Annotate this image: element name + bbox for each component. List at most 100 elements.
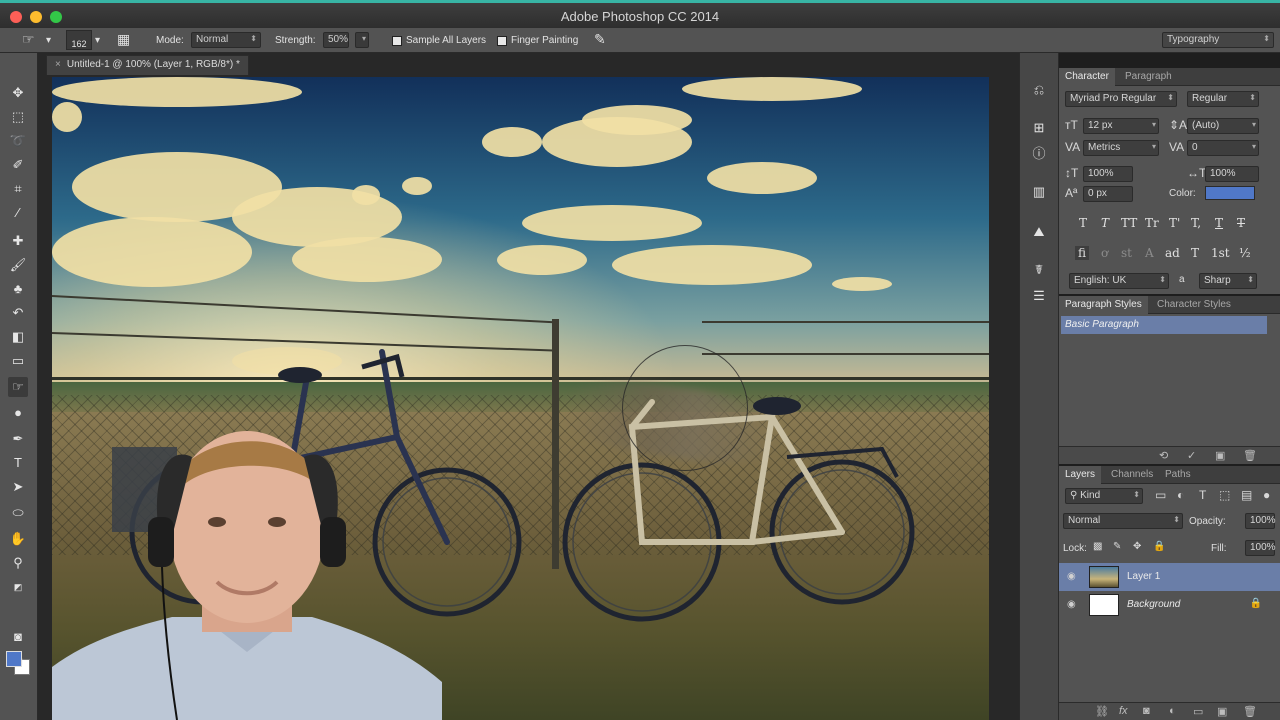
strength-input[interactable]: 50%: [323, 32, 349, 48]
font-size-input[interactable]: 12 px ▾: [1083, 118, 1159, 134]
eraser-tool-icon[interactable]: ◧: [8, 327, 28, 347]
close-tab-icon[interactable]: ×: [55, 59, 61, 70]
font-style-select[interactable]: Regular ⬍: [1187, 91, 1259, 107]
brush-picker-arrow-icon[interactable]: ▾: [95, 35, 100, 46]
contextual-alternates-button[interactable]: T: [1191, 246, 1199, 260]
antialias-select[interactable]: Sharp ⬍: [1199, 273, 1257, 289]
visibility-eye-icon[interactable]: ◉: [1067, 599, 1076, 610]
crop-tool-icon[interactable]: ⌗: [8, 179, 28, 199]
sample-all-layers-checkbox[interactable]: [392, 36, 402, 46]
eyedropper-tool-icon[interactable]: ⁄: [8, 203, 28, 223]
language-select[interactable]: English: UK ⬍: [1069, 273, 1169, 289]
quick-mask-icon[interactable]: ◙: [8, 627, 28, 647]
swash-button[interactable]: st: [1121, 246, 1132, 260]
strength-slider-toggle[interactable]: ▾: [355, 32, 369, 48]
gradient-tool-icon[interactable]: ▭: [8, 351, 28, 371]
dodge-tool-icon[interactable]: ●: [8, 403, 28, 423]
tab-paths[interactable]: Paths: [1159, 466, 1197, 484]
adjustment-layer-icon[interactable]: ◐: [1169, 705, 1176, 717]
filter-type-icon[interactable]: T: [1199, 488, 1206, 502]
pressure-brush-icon[interactable]: ✎: [594, 31, 606, 48]
filter-pixel-icon[interactable]: ▭: [1155, 488, 1166, 502]
lasso-tool-icon[interactable]: ➰: [8, 131, 28, 151]
info-panel-icon[interactable]: ⓘ: [1030, 145, 1048, 163]
blend-mode-select[interactable]: Normal ⬍: [1063, 513, 1183, 529]
hand-tool-icon[interactable]: ✋: [8, 529, 28, 549]
actions-panel-icon[interactable]: ☤: [1030, 261, 1048, 279]
smudge-tool-icon[interactable]: ☞: [8, 377, 28, 397]
lock-position-icon[interactable]: ✥: [1133, 541, 1141, 552]
baseline-shift-input[interactable]: 0 px: [1083, 186, 1133, 202]
brush-size-picker[interactable]: 162: [66, 30, 92, 50]
finger-painting-checkbox[interactable]: [497, 36, 507, 46]
type-tool-icon[interactable]: T: [8, 453, 28, 473]
strikethrough-button[interactable]: T: [1237, 216, 1245, 230]
document-tab[interactable]: × Untitled-1 @ 100% (Layer 1, RGB/8*) *: [46, 55, 249, 75]
brush-panel-toggle-icon[interactable]: ▦: [117, 31, 130, 48]
move-tool-icon[interactable]: ✥: [8, 83, 28, 103]
faux-bold-button[interactable]: T: [1079, 216, 1087, 230]
layer-row[interactable]: ◉ Layer 1: [1059, 563, 1280, 591]
fractions-button[interactable]: ½: [1239, 246, 1251, 260]
properties-panel-icon[interactable]: ☰: [1030, 287, 1048, 305]
layer-style-icon[interactable]: fx: [1119, 705, 1128, 717]
underline-button[interactable]: T: [1215, 216, 1223, 230]
old-style-button[interactable]: ơ: [1101, 246, 1108, 260]
ligatures-button[interactable]: fi: [1075, 246, 1090, 260]
lock-image-icon[interactable]: ✎: [1113, 541, 1121, 552]
filter-shape-icon[interactable]: ⬚: [1219, 488, 1230, 502]
text-color-swatch[interactable]: [1205, 186, 1255, 200]
clone-stamp-tool-icon[interactable]: ♣: [8, 279, 28, 299]
trash-icon[interactable]: 🗑: [1243, 449, 1257, 462]
tracking-input[interactable]: 0 ▾: [1187, 140, 1259, 156]
marquee-tool-icon[interactable]: ⬚: [8, 107, 28, 127]
font-family-select[interactable]: Myriad Pro Regular ⬍: [1065, 91, 1177, 107]
layer-filter-select[interactable]: ⚲ Kind ⬍: [1065, 488, 1143, 504]
superscript-button[interactable]: T': [1169, 216, 1180, 230]
tab-paragraph[interactable]: Paragraph: [1119, 68, 1178, 86]
tab-character[interactable]: Character: [1059, 68, 1115, 86]
history-brush-tool-icon[interactable]: ↶: [8, 303, 28, 323]
lock-all-icon[interactable]: 🔒: [1153, 541, 1165, 552]
stylistic-alternates-button[interactable]: A: [1145, 246, 1154, 260]
quick-selection-tool-icon[interactable]: ✐: [8, 155, 28, 175]
fill-input[interactable]: 100%: [1245, 540, 1276, 556]
layer-row[interactable]: ◉ Background 🔒: [1059, 591, 1280, 619]
trash-icon[interactable]: 🗑: [1243, 705, 1257, 718]
smudge-tool-preset-icon[interactable]: ☞: [22, 31, 35, 48]
new-group-icon[interactable]: ▭: [1193, 705, 1203, 718]
brush-tool-icon[interactable]: 🖌: [8, 255, 28, 275]
navigator-panel-icon[interactable]: ⛰: [1030, 223, 1048, 241]
new-layer-icon[interactable]: ▣: [1217, 705, 1227, 718]
link-layers-icon[interactable]: ⛓: [1095, 705, 1109, 718]
faux-italic-button[interactable]: T: [1101, 216, 1109, 230]
visibility-eye-icon[interactable]: ◉: [1067, 571, 1076, 582]
filter-smart-object-icon[interactable]: ▤: [1241, 488, 1252, 502]
ellipse-tool-icon[interactable]: ⬭: [8, 503, 28, 523]
filter-toggle-icon[interactable]: ●: [1263, 488, 1270, 502]
adjustments-panel-icon[interactable]: ⊞: [1030, 119, 1048, 137]
default-colors-icon[interactable]: ◩: [8, 577, 28, 597]
leading-input[interactable]: (Auto) ▾: [1187, 118, 1259, 134]
paragraph-style-item[interactable]: Basic Paragraph: [1061, 316, 1267, 334]
opacity-input[interactable]: 100%: [1245, 513, 1276, 529]
healing-brush-tool-icon[interactable]: ✚: [8, 231, 28, 251]
redefine-style-icon[interactable]: ✓: [1187, 449, 1196, 462]
ordinals-button[interactable]: 1st: [1211, 246, 1230, 260]
kerning-select[interactable]: Metrics ▾: [1083, 140, 1159, 156]
subscript-button[interactable]: T,: [1191, 216, 1201, 230]
tab-paragraph-styles[interactable]: Paragraph Styles: [1059, 296, 1148, 314]
zoom-tool-icon[interactable]: ⚲: [8, 553, 28, 573]
image-canvas[interactable]: [52, 77, 989, 720]
new-style-icon[interactable]: ▣: [1215, 449, 1225, 462]
small-caps-button[interactable]: Tr: [1145, 216, 1159, 230]
preset-dropdown-arrow-icon[interactable]: ▾: [46, 35, 51, 46]
tab-character-styles[interactable]: Character Styles: [1151, 296, 1237, 314]
history-panel-icon[interactable]: ⎌: [1030, 81, 1048, 99]
all-caps-button[interactable]: TT: [1121, 216, 1137, 230]
tab-channels[interactable]: Channels: [1105, 466, 1159, 484]
horizontal-scale-input[interactable]: 100%: [1205, 166, 1259, 182]
clear-override-icon[interactable]: ⟲: [1159, 449, 1168, 462]
swatches-panel-icon[interactable]: ▥: [1030, 183, 1048, 201]
vertical-scale-input[interactable]: 100%: [1083, 166, 1133, 182]
